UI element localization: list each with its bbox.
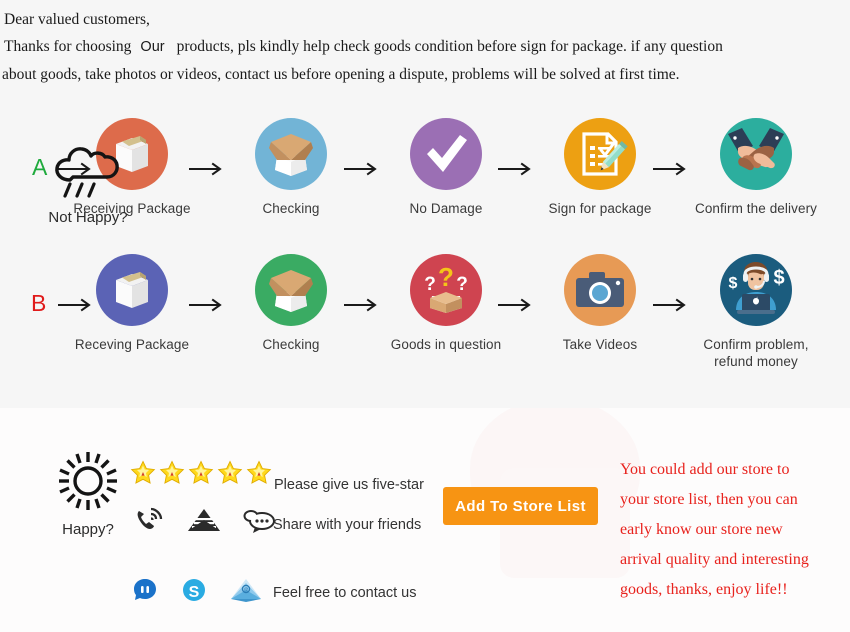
- share-icons: [135, 506, 277, 539]
- sign-document-icon: [564, 118, 636, 190]
- promo-banner: Dear valued customers, Thanks for choosi…: [0, 0, 850, 632]
- sun-icon: [53, 452, 123, 516]
- question-box-icon: ? ? ?: [410, 254, 482, 326]
- not-happy-mood: Not Happy?: [44, 140, 132, 226]
- store-promo-text: You could add our store to your store lis…: [620, 455, 850, 605]
- flow-step: $ $ Confirm problem, refund money: [681, 254, 831, 370]
- promo-line: early know our store new: [620, 521, 783, 538]
- flow-step-label: No Damage: [409, 201, 483, 216]
- row-b-label: B: [31, 290, 47, 316]
- promo-line: your store list, then you can: [620, 491, 798, 508]
- skype-icon[interactable]: S: [180, 576, 208, 609]
- note-line-2-after: products, pls kindly help check goods co…: [176, 38, 723, 55]
- flow-step-label: Receving Package: [74, 337, 190, 352]
- star-icon[interactable]: [159, 460, 185, 486]
- open-box-icon: [255, 118, 327, 190]
- star-icon[interactable]: [188, 460, 214, 486]
- customer-note: Dear valued customers, Thanks for choosi…: [0, 0, 850, 102]
- rain-cloud-icon: [44, 147, 132, 204]
- flow-step: Confirm the delivery: [681, 118, 831, 217]
- note-line-2: Thanks for choosing Our products, pls kind…: [4, 33, 848, 61]
- promo-line: You could add our store to: [620, 461, 790, 478]
- happy-mood: Happy?: [48, 450, 128, 538]
- svg-text:$: $: [729, 275, 738, 292]
- share-message: Share with your friends: [273, 517, 422, 533]
- flow-step-label: Take Videos: [562, 337, 638, 352]
- flow-step-label: Goods in question: [390, 337, 502, 352]
- star-rating[interactable]: [130, 460, 272, 486]
- flow-step-label: Confirm problem, refund money: [703, 337, 809, 369]
- note-line-1: Dear valued customers,: [4, 11, 150, 28]
- flow-step-label: Sign for package: [548, 201, 652, 216]
- handshake-icon: [720, 118, 792, 190]
- flow-step: Receving Package: [57, 254, 207, 353]
- not-happy-label: Not Happy?: [48, 209, 128, 226]
- svg-text:?: ?: [456, 274, 468, 295]
- flow-row-b: B Receving Package Checking ? ? ? Goods …: [0, 254, 850, 402]
- star-icon[interactable]: [217, 460, 243, 486]
- five-star-message: Please give us five-star: [274, 477, 424, 493]
- add-to-store-list-button[interactable]: Add To Store List: [443, 487, 598, 525]
- star-icon[interactable]: [246, 460, 272, 486]
- open-box-icon: [255, 254, 327, 326]
- svg-text:$: $: [773, 267, 784, 289]
- svg-text:@: @: [243, 588, 248, 594]
- svg-text:?: ?: [424, 274, 436, 295]
- flow-step-label: Checking: [262, 201, 320, 216]
- chat-bubble-icon[interactable]: [243, 507, 277, 538]
- aliwangwang-icon[interactable]: [131, 576, 159, 609]
- camera-icon: [564, 254, 636, 326]
- contact-message: Feel free to contact us: [273, 585, 417, 601]
- flow-step-label: Confirm the delivery: [694, 201, 818, 216]
- checkmark-icon: [410, 118, 482, 190]
- mail-envelope-blue-icon[interactable]: @: [229, 576, 263, 609]
- email-envelope-icon[interactable]: [187, 507, 221, 538]
- promo-line: arrival quality and interesting: [620, 551, 809, 568]
- flow-step-label: Checking: [262, 337, 320, 352]
- svg-text:?: ?: [438, 262, 454, 292]
- note-our-word: Our: [140, 39, 165, 55]
- contact-icons: S @: [131, 576, 263, 609]
- support-agent-icon: $ $: [720, 254, 792, 326]
- sealed-box-icon: [96, 254, 168, 326]
- phone-ring-icon[interactable]: [135, 506, 165, 539]
- star-icon[interactable]: [130, 460, 156, 486]
- note-line-3: about goods, take photos or videos, cont…: [2, 66, 680, 83]
- happy-label: Happy?: [62, 521, 114, 538]
- promo-line: goods, thanks, enjoy life!!: [620, 581, 788, 598]
- note-line-2-before: Thanks for choosing: [4, 38, 132, 55]
- svg-text:S: S: [189, 584, 200, 601]
